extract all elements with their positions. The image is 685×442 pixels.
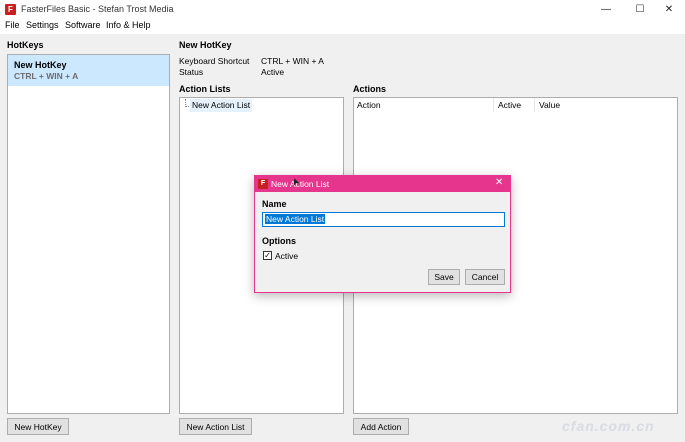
save-button[interactable]: Save — [428, 269, 460, 285]
close-button[interactable]: ✕ — [653, 0, 685, 19]
hotkey-list-item[interactable]: New HotKey CTRL + WIN + A — [8, 55, 169, 86]
window-titlebar: F FasterFiles Basic - Stefan Trost Media… — [0, 0, 685, 19]
hotkeys-list[interactable] — [7, 54, 170, 414]
hotkeys-label: HotKeys — [7, 40, 44, 50]
window-title: FasterFiles Basic - Stefan Trost Media — [21, 4, 174, 14]
new-action-list-button[interactable]: New Action List — [179, 418, 252, 435]
action-list-node[interactable]: New Action List — [190, 99, 253, 112]
watermark-logo: cfan.com.cn — [560, 416, 670, 439]
svg-text:cfan.com.cn: cfan.com.cn — [562, 418, 655, 434]
column-separator[interactable] — [493, 98, 494, 112]
name-input[interactable]: New Action List — [262, 212, 505, 227]
hotkey-detail-title: New HotKey — [179, 40, 232, 50]
hotkey-item-name: New HotKey — [14, 60, 67, 70]
keyboard-shortcut-label: Keyboard Shortcut — [179, 56, 250, 66]
options-label: Options — [262, 236, 296, 246]
minimize-button[interactable]: — — [590, 0, 622, 19]
status-label: Status — [179, 67, 204, 77]
cancel-button[interactable]: Cancel — [465, 269, 505, 285]
maximize-button[interactable]: ☐ — [624, 0, 656, 19]
column-separator[interactable] — [534, 98, 535, 112]
menu-settings[interactable]: Settings — [26, 20, 59, 30]
column-value[interactable]: Value — [539, 100, 560, 110]
menu-info-help[interactable]: Info & Help — [106, 20, 151, 30]
hotkey-item-shortcut: CTRL + WIN + A — [14, 71, 79, 81]
status-value: Active — [261, 67, 285, 77]
action-lists-label: Action Lists — [179, 84, 231, 94]
new-hotkey-button[interactable]: New HotKey — [7, 418, 69, 435]
active-checkbox[interactable]: ✓ — [263, 251, 272, 260]
actions-label: Actions — [353, 84, 387, 94]
add-action-button[interactable]: Add Action — [353, 418, 409, 435]
new-action-list-dialog: F New Action List ✕ Name New Action List… — [254, 175, 511, 293]
column-action[interactable]: Action — [357, 100, 381, 110]
keyboard-shortcut-value: CTRL + WIN + A — [261, 56, 324, 66]
app-icon: F — [5, 4, 16, 15]
active-checkbox-label[interactable]: Active — [275, 251, 298, 261]
menu-bar: File Settings Software Info & Help — [0, 19, 685, 34]
column-active[interactable]: Active — [498, 100, 521, 110]
name-label: Name — [262, 199, 287, 209]
menu-file[interactable]: File — [5, 20, 20, 30]
dialog-app-icon: F — [258, 179, 268, 189]
dialog-close-icon[interactable]: ✕ — [495, 177, 503, 188]
menu-software[interactable]: Software — [65, 20, 101, 30]
name-input-value: New Action List — [265, 214, 326, 224]
